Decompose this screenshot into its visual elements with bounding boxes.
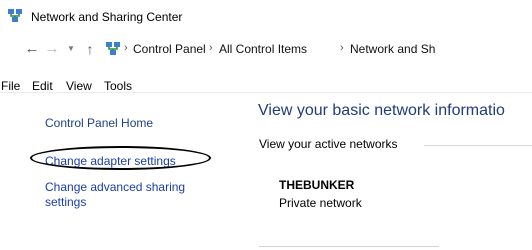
highlight-oval: [30, 146, 211, 170]
arrow-left-icon[interactable]: ←: [24, 41, 40, 57]
control-panel-home-link[interactable]: Control Panel Home: [45, 116, 153, 130]
section-divider-bottom: [259, 246, 439, 247]
breadcrumb-all-control-items[interactable]: All Control Items: [219, 42, 307, 56]
breadcrumb-separator: ›: [124, 42, 128, 54]
breadcrumb-separator: ›: [340, 42, 344, 54]
chevron-down-icon[interactable]: ▼: [63, 41, 79, 57]
breadcrumb-network-and-sharing[interactable]: Network and Sh: [350, 42, 435, 56]
breadcrumb-separator: ›: [209, 42, 213, 54]
section-divider: [424, 145, 532, 146]
title-bar: Network and Sharing Center: [0, 0, 532, 34]
control-panel-icon: [106, 42, 120, 55]
menu-tools[interactable]: Tools: [104, 79, 132, 93]
active-networks-label: View your active networks: [259, 137, 398, 151]
network-name: THEBUNKER: [279, 178, 355, 192]
arrow-up-icon[interactable]: ↑: [82, 41, 98, 57]
window-title: Network and Sharing Center: [31, 10, 183, 24]
menu-view[interactable]: View: [66, 79, 92, 93]
network-type: Private network: [279, 196, 362, 210]
change-advanced-sharing-settings-link[interactable]: Change advanced sharing settings: [45, 180, 215, 210]
menu-file[interactable]: File: [1, 79, 20, 93]
arrow-right-icon[interactable]: →: [44, 41, 60, 57]
page-title: View your basic network informatio: [258, 102, 505, 119]
network-sharing-icon: [8, 9, 22, 22]
menu-edit[interactable]: Edit: [32, 79, 53, 93]
breadcrumb-control-panel[interactable]: Control Panel: [133, 42, 206, 56]
